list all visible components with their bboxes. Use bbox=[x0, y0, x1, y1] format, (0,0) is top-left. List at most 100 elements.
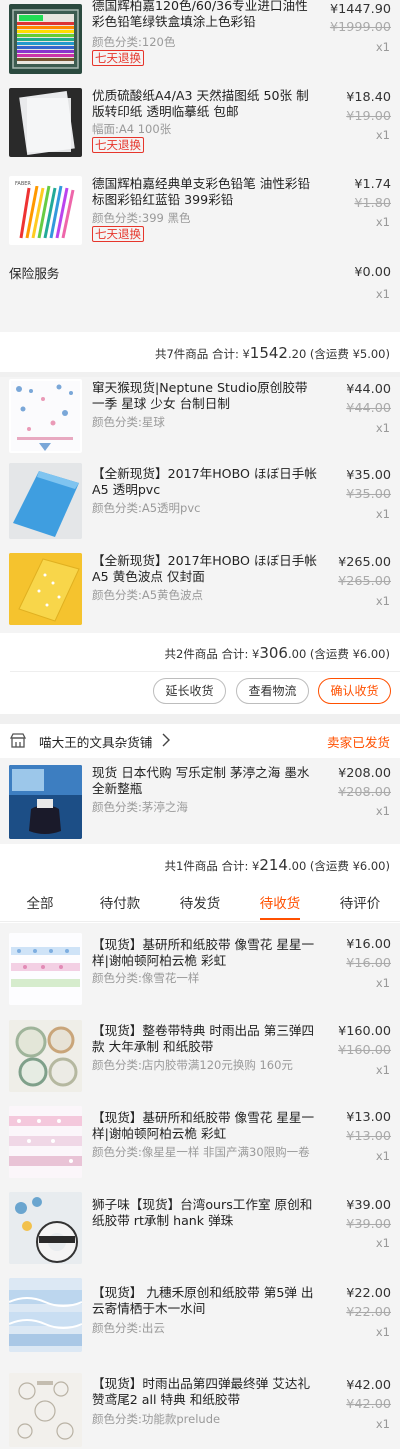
summary-total: 214 bbox=[259, 856, 288, 874]
order-item[interactable]: 【全新现货】2017年HOBO ほぼ日手帐A5 黄色波点 仅封面 颜色分类:A5… bbox=[0, 549, 400, 633]
product-price: ¥22.00 bbox=[346, 1286, 391, 1301]
order-item[interactable]: 现货 日本代购 写乐定制 茅渟之海 墨水全新整瓶 颜色分类:茅渟之海 ¥208.… bbox=[0, 758, 400, 844]
insurance-label: 保险服务 bbox=[9, 266, 60, 281]
extend-receipt-button[interactable]: 延长收货 bbox=[153, 678, 226, 704]
order-summary: 共2件商品 合计: ¥306.00 (含运费 ¥6.00) bbox=[0, 633, 400, 671]
product-title: 窜天猴现货|Neptune Studio原创胶带一季 星球 少女 台制日制 bbox=[92, 380, 308, 411]
product-thumbnail bbox=[9, 553, 82, 625]
shop-name[interactable]: 喵大王的文具杂货铺 bbox=[39, 732, 152, 751]
product-sku: 颜色分类:店内胶带满120元换购 160元 bbox=[92, 1058, 293, 1072]
product-price: ¥42.00 bbox=[346, 1378, 391, 1393]
product-title: 【现货】 九穗禾原创和纸胶带 第5弹 出云寄情栖于木一水间 bbox=[92, 1285, 314, 1316]
order-item[interactable]: 【现货】基研所和纸胶带 像雪花 星星一样|谢帕顿阿柏云桅 彩虹 颜色分类:像星星… bbox=[0, 1099, 400, 1185]
product-original-price: ¥42.00 bbox=[346, 1397, 391, 1412]
summary-shipping: (含运费 ¥5.00) bbox=[306, 347, 390, 361]
product-thumbnail bbox=[9, 1373, 82, 1447]
product-price: ¥13.00 bbox=[346, 1110, 391, 1125]
product-title: 【现货】基研所和纸胶带 像雪花 星星一样|谢帕顿阿柏云桅 彩虹 bbox=[92, 1110, 315, 1141]
product-price: ¥265.00 bbox=[338, 555, 391, 570]
product-thumbnail bbox=[9, 4, 82, 74]
view-logistics-button[interactable]: 查看物流 bbox=[236, 678, 309, 704]
product-original-price: ¥1.80 bbox=[354, 196, 391, 211]
product-quantity: x1 bbox=[375, 804, 390, 818]
order-item[interactable]: 优质硫酸纸A4/A3 天然描图纸 50张 制版转印纸 透明临摹纸 包邮 幅面:A… bbox=[0, 84, 400, 168]
insurance-quantity: x1 bbox=[375, 287, 390, 301]
product-thumbnail bbox=[9, 933, 82, 1005]
summary-total: 306 bbox=[259, 644, 288, 662]
order-status-tabs: 全部 待付款 待发货 待收货 待评价 bbox=[0, 882, 400, 922]
svg-text:FABER: FABER bbox=[15, 181, 31, 187]
order-item[interactable]: 【现货】基研所和纸胶带 像雪花 星星一样|谢帕顿阿柏云桅 彩虹 颜色分类:像雪花… bbox=[0, 923, 400, 1013]
product-quantity: x1 bbox=[375, 128, 390, 142]
tab-pending-payment[interactable]: 待付款 bbox=[96, 892, 144, 912]
product-quantity: x1 bbox=[375, 215, 390, 229]
product-title: 现货 日本代购 写乐定制 茅渟之海 墨水全新整瓶 bbox=[92, 765, 310, 796]
product-original-price: ¥44.00 bbox=[346, 401, 391, 416]
seven-day-return-badge: 七天退换 bbox=[92, 137, 144, 153]
summary-shipping: (含运费 ¥6.00) bbox=[306, 647, 390, 661]
summary-total-decimal: .20 bbox=[287, 347, 307, 361]
order-item[interactable]: 【现货】时雨出品第四弹最终弹 艾达礼赞鸢尾2 all 特典 和纸胶带 颜色分类:… bbox=[0, 1359, 400, 1449]
order-item[interactable]: 狮子味【现货】台湾ours工作室 原创和纸胶带 rt承制 hank 弹珠 ¥39… bbox=[0, 1185, 400, 1271]
product-quantity: x1 bbox=[375, 594, 390, 608]
product-sku: 颜色分类:像星星一样 非国产满30限购一卷 bbox=[92, 1145, 310, 1159]
product-sku: 颜色分类:399 黑色 bbox=[92, 211, 191, 225]
product-original-price: ¥265.00 bbox=[338, 574, 391, 589]
order-status: 卖家已发货 bbox=[327, 735, 390, 750]
insurance-price: ¥0.00 bbox=[354, 265, 391, 280]
order-summary: 共7件商品 合计: ¥1542.20 (含运费 ¥5.00) bbox=[0, 332, 400, 372]
product-title: 【现货】整卷带特典 时雨出品 第三弹四款 大年承制 和纸胶带 bbox=[92, 1023, 315, 1054]
product-price: ¥44.00 bbox=[346, 382, 391, 397]
tab-pending-shipment[interactable]: 待发货 bbox=[176, 892, 224, 912]
summary-count-label: 共7件商品 合计: ¥ bbox=[154, 347, 250, 361]
product-title: 优质硫酸纸A4/A3 天然描图纸 50张 制版转印纸 透明临摹纸 包邮 bbox=[92, 88, 309, 119]
product-sku: 颜色分类:茅渟之海 bbox=[92, 800, 188, 814]
product-quantity: x1 bbox=[375, 421, 390, 435]
product-sku: 颜色分类:A5透明pvc bbox=[92, 501, 201, 515]
tab-pending-review[interactable]: 待评价 bbox=[336, 892, 384, 912]
product-price: ¥18.40 bbox=[346, 90, 391, 105]
product-sku: 颜色分类:120色 bbox=[92, 35, 176, 49]
confirm-receipt-button[interactable]: 确认收货 bbox=[318, 678, 391, 704]
product-thumbnail bbox=[9, 1192, 82, 1264]
product-price: ¥1.74 bbox=[354, 177, 391, 192]
product-quantity: x1 bbox=[375, 1325, 390, 1339]
product-price: ¥35.00 bbox=[346, 468, 391, 483]
product-original-price: ¥19.00 bbox=[346, 109, 391, 124]
product-price: ¥160.00 bbox=[338, 1024, 391, 1039]
summary-count-label: 共2件商品 合计: ¥ bbox=[164, 647, 260, 661]
insurance-service-row[interactable]: 保险服务 ¥0.00 x1 bbox=[0, 252, 400, 332]
product-thumbnail bbox=[9, 379, 82, 453]
product-price: ¥16.00 bbox=[346, 937, 391, 952]
product-price: ¥1447.90 bbox=[329, 2, 391, 17]
order-item[interactable]: FABER 德国辉柏嘉经典单支彩色铅笔 油性彩铅标图彩铅红蓝铅 399彩铅 颜色… bbox=[0, 168, 400, 252]
order-item[interactable]: 【现货】 九穗禾原创和纸胶带 第5弹 出云寄情栖于木一水间 颜色分类:出云 ¥2… bbox=[0, 1271, 400, 1359]
order-item[interactable]: 德国辉柏嘉120色/60/36专业进口油性彩色铅笔绿铁盒填涂上色彩铅 颜色分类:… bbox=[0, 0, 400, 84]
order-item[interactable]: 【全新现货】2017年HOBO ほぼ日手帐A5 透明pvc 颜色分类:A5透明p… bbox=[0, 463, 400, 549]
tab-pending-receipt[interactable]: 待收货 bbox=[256, 892, 304, 912]
summary-count-label: 共1件商品 合计: ¥ bbox=[164, 859, 260, 873]
product-sku: 幅面:A4 100张 bbox=[92, 122, 172, 136]
product-price: ¥39.00 bbox=[346, 1198, 391, 1213]
product-sku: 颜色分类:功能款prelude bbox=[92, 1412, 221, 1426]
product-thumbnail bbox=[9, 1020, 82, 1092]
seven-day-return-badge: 七天退换 bbox=[92, 226, 144, 242]
product-thumbnail: FABER bbox=[9, 176, 82, 245]
seven-day-return-badge: 七天退换 bbox=[92, 50, 144, 66]
product-title: 【全新现货】2017年HOBO ほぼ日手帐A5 透明pvc bbox=[92, 466, 317, 497]
product-original-price: ¥1999.00 bbox=[329, 20, 391, 35]
product-quantity: x1 bbox=[375, 1417, 390, 1431]
product-original-price: ¥22.00 bbox=[346, 1305, 391, 1320]
tab-all[interactable]: 全部 bbox=[18, 892, 62, 912]
product-quantity: x1 bbox=[375, 1063, 390, 1077]
order-item[interactable]: 【现货】整卷带特典 时雨出品 第三弹四款 大年承制 和纸胶带 颜色分类:店内胶带… bbox=[0, 1013, 400, 1099]
product-original-price: ¥35.00 bbox=[346, 487, 391, 502]
order-item[interactable]: 窜天猴现货|Neptune Studio原创胶带一季 星球 少女 台制日制 颜色… bbox=[0, 377, 400, 463]
product-title: 狮子味【现货】台湾ours工作室 原创和纸胶带 rt承制 hank 弹珠 bbox=[92, 1197, 313, 1228]
product-sku: 颜色分类:出云 bbox=[92, 1321, 165, 1335]
product-original-price: ¥13.00 bbox=[346, 1129, 391, 1144]
active-tab-indicator bbox=[260, 918, 300, 920]
shop-header[interactable]: 喵大王的文具杂货铺 卖家已发货 bbox=[0, 724, 400, 758]
shop-icon bbox=[9, 733, 27, 752]
order-actions: 延长收货 查看物流 确认收货 bbox=[0, 672, 400, 714]
